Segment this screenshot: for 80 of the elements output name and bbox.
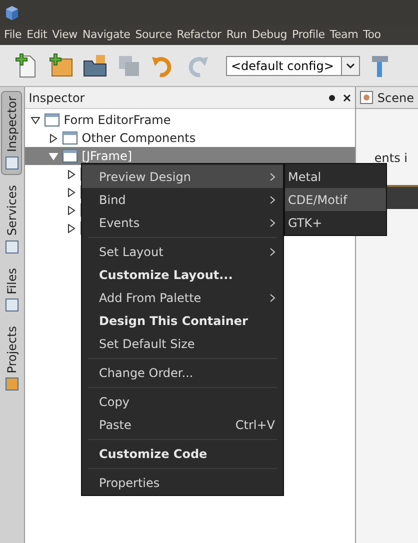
scene-icon [360,91,374,104]
menu-label: Add From Palette [99,290,202,306]
menu-item[interactable]: Source [135,26,172,44]
tree-row[interactable]: Form EditorFrame [24,111,356,129]
collapsed-triangle-icon[interactable] [48,134,58,142]
window-icon [4,156,19,170]
editor-text: ents i [373,150,408,167]
side-tab-label: Files [4,268,20,294]
side-tab-label: Services [4,184,20,236]
menu-label: Events [99,214,140,232]
menu-item[interactable]: Profile [292,26,325,44]
tree-label: [JFrame] [82,148,132,165]
side-tab[interactable]: Services [1,180,22,258]
menu-item[interactable]: Team [330,26,358,44]
tree-label: Form EditorFrame [64,112,171,129]
menu-label: Preview Design [99,168,191,186]
submenu-entry[interactable]: Metal [285,165,386,188]
menu-entry[interactable]: Change Order... [82,361,283,384]
menu-item[interactable]: View [52,26,78,44]
open-folder-icon[interactable] [82,52,108,78]
menu-entry[interactable]: Bind [82,188,283,211]
menu-label: Set Default Size [99,336,195,352]
menu-label: Design This Container [99,312,248,330]
menu-label: Bind [99,192,126,208]
menu-label: Properties [99,474,160,492]
menu-entry[interactable]: Paste Ctrl+V [82,413,283,436]
window-icon [4,377,19,392]
menu-entry[interactable]: Customize Layout... [82,263,283,286]
menu-item[interactable]: Too [363,26,381,44]
menu-label: Change Order... [99,364,194,382]
cube-icon [4,4,20,20]
component-icon [62,149,78,163]
collapsed-triangle-icon[interactable] [66,170,76,178]
tree-label: Other Components [82,130,196,147]
side-tab[interactable]: Inspector [1,91,22,175]
panel-title: Inspector [28,90,85,106]
side-tab-label: Projects [4,326,20,374]
config-value: <default config> [230,58,335,74]
component-icon [44,113,60,127]
menu-entry[interactable]: Customize Code [82,442,283,465]
menu-label: Customize Code [99,446,208,462]
menu-item[interactable]: Refactor [176,26,222,44]
new-folder-icon[interactable] [48,52,74,78]
menu-entry[interactable]: Properties [82,471,283,494]
menu-entry[interactable]: Design This Container [82,309,283,332]
submenu-entry[interactable]: GTK+ [285,211,386,234]
menu-item[interactable]: Debug [252,26,288,44]
config-dropdown[interactable]: <default config> [226,56,360,76]
menu-label: Copy [99,394,130,410]
menu-label: Set Layout [99,244,164,260]
tree-row[interactable]: [JFrame] [24,147,356,165]
menu-item[interactable]: Edit [26,26,48,44]
close-icon[interactable] [343,94,352,102]
menu-item[interactable]: Run [226,26,247,44]
menu-label: Customize Layout... [99,266,233,284]
tree-row[interactable]: Other Components [24,129,356,147]
submenu-entry[interactable]: CDE/Motif [285,188,386,211]
side-tab[interactable]: Files [1,264,22,316]
window-icon [4,240,19,254]
collapsed-triangle-icon[interactable] [66,206,76,214]
window-icon [4,298,19,312]
collapsed-triangle-icon[interactable] [66,188,76,196]
shortcut-label: Ctrl+V [235,416,275,434]
side-tab-label: Inspector [4,96,20,152]
dot-icon[interactable] [329,94,336,100]
menu-entry[interactable]: Events [82,211,283,234]
collapsed-triangle-icon[interactable] [66,224,76,232]
menu-entry[interactable]: Set Default Size [82,332,283,355]
editor-tab[interactable]: Scene [356,87,418,109]
menu-item[interactable]: File [4,26,22,44]
component-icon [62,131,78,145]
expanded-triangle-icon[interactable] [30,116,40,124]
menu-entry[interactable]: Preview Design [82,165,283,188]
menu-label: Paste [99,416,132,434]
side-tab[interactable]: Projects [1,322,22,396]
menu-entry[interactable]: Set Layout [82,240,283,263]
menu-item[interactable]: Navigate [82,26,130,44]
chevron-down-icon [346,62,355,68]
menu-entry[interactable]: Add From Palette [82,286,283,309]
menu-entry[interactable]: Copy [82,390,283,413]
